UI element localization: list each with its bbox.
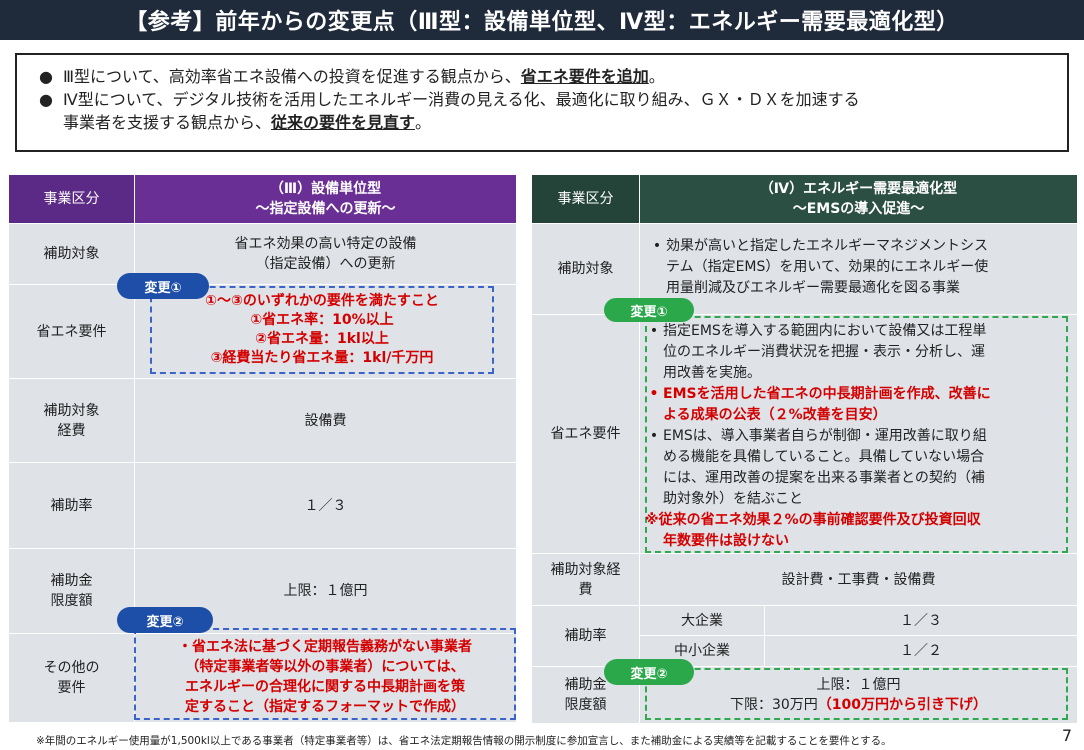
right-text-line: 用量削減及びエネルギー需要最適化を図る事業 — [666, 280, 960, 296]
page-title: 【参考】前年からの変更点（Ⅲ型：設備単位型、Ⅳ型：エネルギー需要最適化型） — [0, 0, 1084, 40]
change-badge-2: 変更② — [117, 607, 213, 633]
change-highlight-box — [645, 668, 1068, 720]
right-energy-req-text: • 指定EMSを導入する範囲内において設備又は工程単 位のエネルギー消費状況を把握… — [645, 321, 1067, 552]
summary-box: ● Ⅲ型について、高効率省エネ設備への投資を促進する観点から、省エネ要件を追加。… — [15, 53, 1069, 152]
left-header-title: （Ⅲ）設備単位型 ～指定設備への更新～ — [135, 175, 516, 223]
right-row-value-cost: 設計費・工事費・設備費 — [640, 554, 1077, 605]
page-number: 7 — [1061, 726, 1072, 745]
right-text-line: 助対象外）を結ぶこと — [663, 491, 803, 507]
left-red-line: ①～③のいずれかの要件を満たすこと — [205, 293, 439, 309]
change-badge-2: 変更② — [604, 659, 694, 685]
right-label-line: 限度額 — [564, 697, 607, 713]
summary-line-3: 事業者を支援する観点から、従来の要件を見直す。 — [39, 111, 1045, 134]
left-label-line: 限度額 — [50, 593, 93, 609]
left-row-label-cost: 補助対象 経費 — [9, 379, 134, 462]
left-value-line: 省エネ効果の高い特定の設備 — [234, 236, 417, 252]
right-label-line: 費 — [578, 581, 593, 598]
left-row-label-energy-req: 省エネ要件 — [9, 285, 134, 378]
right-red-line: EMSを活用した省エネの中長期計画を作成、改善に — [663, 386, 991, 402]
left-red-line: エネルギーの合理化に関する中長期計画を策 — [185, 679, 465, 695]
footnote: ※年間のエネルギー使用量が1,500kl以上である事業者（特定事業者等）は、省エ… — [36, 735, 892, 747]
summary-text: Ⅳ型について、デジタル技術を活用したエネルギー消費の見える化、最適化に取り組み、… — [63, 90, 860, 109]
right-rate-val-large: １／３ — [765, 606, 1077, 635]
right-target-text: • 効果が高いと指定したエネルギーマネジメントシス テム（指定EMS）を用いて、効… — [648, 236, 1073, 299]
summary-text: 事業者を支援する観点から、 — [63, 113, 272, 132]
left-label-line: その他の — [43, 660, 100, 676]
right-text-line: テム（指定EMS）を用いて、効果的にエネルギー使 — [666, 259, 989, 275]
left-row-value-cost: 設備費 — [135, 379, 516, 462]
change-badge-1: 変更① — [604, 298, 694, 322]
divider — [9, 223, 516, 224]
summary-text: 。 — [415, 113, 432, 132]
left-red-line: ・省エネ法に基づく定期報告義務がない事業者 — [178, 639, 472, 655]
summary-line-1: ● Ⅲ型について、高効率省エネ設備への投資を促進する観点から、省エネ要件を追加。 — [39, 65, 1045, 88]
right-header-title: （Ⅳ）エネルギー需要最適化型 ～EMSの導入促進～ — [640, 175, 1077, 223]
right-text-line: EMSは、導入事業者自らが制御・運用改善に取り組 — [663, 428, 987, 444]
right-red-line: よる成果の公表（２%改善を目安） — [663, 407, 887, 423]
left-red-line: （特定事業者等以外の事業者）については、 — [185, 659, 465, 675]
right-header-subtitle-line: ～EMSの導入促進～ — [792, 201, 925, 217]
right-header-category: 事業区分 — [532, 175, 639, 223]
right-text-line: 効果が高いと指定したエネルギーマネジメントシス — [666, 238, 988, 254]
right-text-line: める機能を具備していること。具備していない場合 — [663, 449, 985, 465]
left-header-category: 事業区分 — [9, 175, 134, 223]
left-red-line: 定すること（指定するフォーマットで作成） — [185, 699, 465, 715]
right-text-line: 指定EMSを導入する範囲内において設備又は工程単 — [663, 323, 987, 339]
right-header-title-line: （Ⅳ）エネルギー需要最適化型 — [759, 181, 958, 197]
left-header-title-line: （Ⅲ）設備単位型 — [269, 181, 382, 197]
right-rate-sub-large: 大企業 — [640, 606, 764, 635]
right-red-line: 年数要件は設けない — [663, 533, 789, 549]
right-row-label-energy-req: 省エネ要件 — [532, 315, 639, 553]
right-label-line: 補助金 — [564, 677, 607, 693]
summary-line-2: ● Ⅳ型について、デジタル技術を活用したエネルギー消費の見える化、最適化に取り組… — [39, 88, 1045, 111]
summary-text: Ⅲ型について、高効率省エネ設備への投資を促進する観点から、 — [63, 67, 521, 86]
right-red-line: ※従来の省エネ効果２%の事前確認要件及び投資回収 — [645, 512, 981, 528]
left-row-label-other: その他の 要件 — [9, 634, 134, 722]
left-label-line: 要件 — [57, 680, 86, 696]
right-text-line: 用改善を実施。 — [663, 365, 761, 381]
summary-text: 。 — [648, 67, 665, 86]
right-text-line: には、運用改善の提案を出来る事業者との契約（補 — [663, 470, 985, 486]
bullet-icon: ● — [39, 90, 53, 109]
right-text-line: 位のエネルギー消費状況を把握・表示・分析し、運 — [663, 344, 985, 360]
change-badge-1: 変更① — [117, 273, 209, 299]
left-red-line: ①省エネ率：10%以上 — [250, 312, 394, 328]
left-label-line: 経費 — [57, 422, 86, 439]
left-energy-req-text: ①～③のいずれかの要件を満たすこと ①省エネ率：10%以上 ②省エネ量：1kl以… — [152, 291, 492, 369]
left-label-line: 補助金 — [50, 573, 93, 589]
right-label-line: 補助対象経 — [550, 561, 621, 578]
left-value-line: （指定設備）への更新 — [255, 256, 396, 272]
left-other-req-text: ・省エネ法に基づく定期報告義務がない事業者 （特定事業者等以外の事業者）について… — [137, 636, 513, 718]
left-row-label-target: 補助対象 — [9, 224, 134, 284]
left-row-label-rate: 補助率 — [9, 463, 134, 548]
right-row-label-rate: 補助率 — [532, 606, 639, 666]
right-row-label-cost: 補助対象経 費 — [532, 554, 639, 605]
left-row-label-limit: 補助金 限度額 — [9, 549, 134, 633]
left-label-line: 補助対象 — [43, 402, 100, 419]
summary-highlight: 省エネ要件を追加 — [520, 67, 649, 86]
bullet-icon: ● — [39, 67, 53, 86]
left-header-subtitle-line: ～指定設備への更新～ — [255, 201, 396, 217]
left-red-line: ②省エネ量：1kl以上 — [255, 331, 389, 347]
right-rate-val-sme: １／２ — [765, 636, 1077, 666]
summary-highlight: 従来の要件を見直す — [271, 113, 416, 132]
left-red-line: ③経費当たり省エネ量：1kl/千万円 — [210, 350, 434, 366]
divider — [532, 223, 1077, 224]
left-row-value-rate: １／３ — [135, 463, 516, 548]
